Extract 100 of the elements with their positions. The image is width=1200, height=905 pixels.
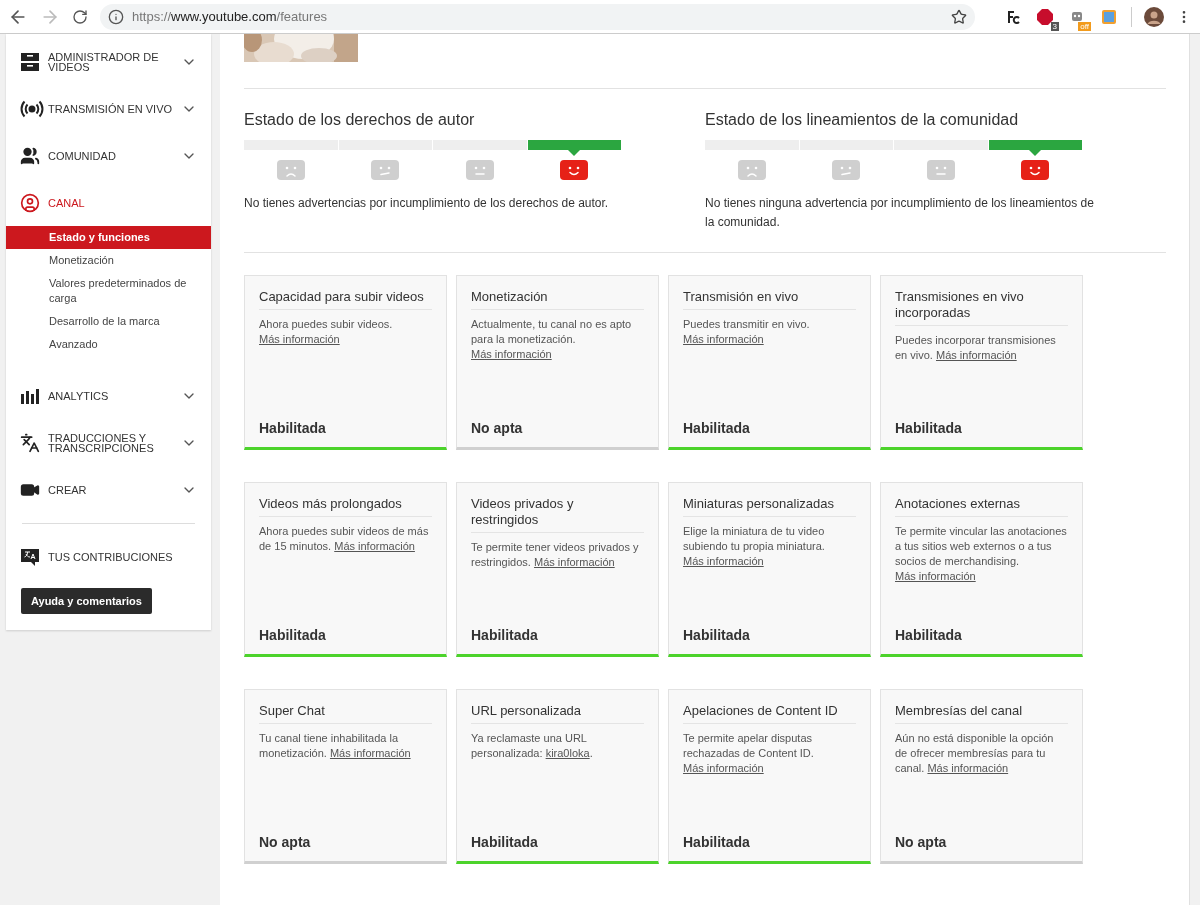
card-description: Te permite tener videos privados y restringidos. Más información — [471, 540, 640, 570]
card-status: Habilitada — [471, 833, 539, 852]
reload-button[interactable] — [72, 8, 88, 25]
sidebar-label: CREAR — [48, 484, 88, 495]
card-description: Ahora puedes subir videos. Más información — [259, 317, 394, 347]
translate-bubble-icon — [20, 547, 40, 567]
status-message: No tienes advertencias por incumplimiento de los derechos de autor. — [244, 195, 610, 212]
card-status: Habilitada — [683, 419, 751, 438]
card-description: Puedes transmitir en vivo. Más información — [683, 317, 811, 347]
sidebar-item[interactable]: ADMINISTRADOR DE VIDEOS — [6, 38, 211, 85]
sad-face-icon — [737, 160, 766, 180]
info-icon — [108, 8, 124, 25]
sidebar-label: TRANSMISIÓN EN VIVO — [48, 103, 174, 114]
card-title: Transmisión en vivo — [683, 276, 856, 310]
card-status: No apta — [471, 419, 524, 438]
broadcast-icon — [20, 98, 44, 119]
avatar[interactable] — [1144, 6, 1164, 27]
sidebar-item[interactable]: TRANSMISIÓN EN VIVO — [6, 85, 211, 132]
sidebar-item[interactable]: TUS CONTRIBUCIONES — [6, 534, 211, 580]
card-description: Te permite vincular las anotaciones a tus sitios web externos o a tus socios de merchandising. Más información — [895, 524, 1068, 584]
card-link[interactable]: Más información — [683, 555, 764, 567]
section-title: Estado de los lineamientos de la comunidad — [705, 110, 1020, 130]
sidebar-label: CANAL — [48, 197, 86, 208]
card-link[interactable]: Más información — [683, 762, 764, 774]
sidebar-item[interactable]: CREAR — [6, 466, 211, 513]
sidebar-item[interactable]: TRADUCCIONES Y TRANSCRIPCIONES — [6, 419, 211, 466]
sidebar-label: COMUNIDAD — [48, 150, 117, 161]
extension-badge: off — [1078, 21, 1091, 31]
extension-badge: 3 — [1050, 21, 1059, 31]
card-title: Miniaturas personalizadas — [683, 483, 856, 517]
card-link[interactable]: Más información — [329, 747, 411, 759]
card-title: Super Chat — [259, 690, 432, 724]
card-description: Te permite apelar disputas rechazadas de Content ID. Más información — [683, 731, 815, 776]
card-link[interactable]: Más información — [259, 333, 340, 345]
card-title: Apelaciones de Content ID — [683, 690, 856, 724]
card-link[interactable]: Más información — [471, 348, 552, 360]
submenu-item[interactable]: Avanzado — [6, 333, 211, 356]
card-description: Actualmente, tu canal no es apto para la monetización. Más información — [471, 317, 633, 362]
photo-icon — [1101, 8, 1117, 25]
sidebar-label: TRADUCCIONES Y TRANSCRIPCIONES — [48, 432, 155, 453]
card-description: Puedes incorporar transmisiones en vivo. Más información — [895, 333, 1057, 363]
bookmark-star-icon[interactable] — [951, 8, 967, 25]
smile-face-icon — [1021, 160, 1050, 180]
card-title: Capacidad para subir videos — [259, 276, 432, 310]
people-icon — [20, 145, 40, 166]
card-link[interactable]: Más información — [534, 556, 615, 568]
card-status: Habilitada — [259, 626, 327, 645]
section-title: Estado de los derechos de autor — [244, 110, 476, 130]
card-description: Ahora puedes subir videos de más de 15 minutos. Más información — [259, 524, 430, 554]
card-description: Tu canal tiene inhabilitada la monetización. Más información — [259, 731, 412, 761]
smile-face-icon — [560, 160, 589, 180]
neutral-face-icon — [832, 160, 861, 180]
person-icon — [20, 192, 40, 213]
help-button[interactable]: Ayuda y comentarios — [21, 588, 152, 614]
card-description: Elige la miniatura de tu video subiendo tu propia miniatura. Más información — [683, 524, 826, 569]
card-title: Membresías del canal — [895, 690, 1068, 724]
card-link[interactable]: Más información — [927, 762, 1009, 774]
card-link[interactable]: Más información — [895, 570, 976, 582]
card-status: Habilitada — [259, 419, 327, 438]
card-status: No apta — [895, 833, 948, 852]
submenu-item[interactable]: Estado y funciones — [6, 226, 211, 249]
card-status: No apta — [259, 833, 312, 852]
card-link[interactable]: Más información — [683, 333, 764, 345]
extension-button[interactable]: 3 — [1035, 6, 1055, 27]
card-status: Habilitada — [683, 626, 751, 645]
card-description: Aún no está disponible la opción de ofrecer membresías para tu canal. Más información — [895, 731, 1055, 776]
submenu-item[interactable]: Desarrollo de la marca — [6, 310, 211, 333]
neutral-face-icon — [926, 160, 955, 180]
address-bar[interactable]: https://www.youtube.com/features — [100, 3, 975, 30]
url-text: https://www.youtube.com/features — [132, 7, 328, 26]
status-message: No tienes ninguna advertencia por incumplimiento de los lineamientos de la comunidad. — [705, 195, 1095, 231]
card-link[interactable]: Más información — [334, 540, 415, 552]
card-title: Videos privados y restringidos — [471, 483, 644, 533]
sidebar-item[interactable]: COMUNIDAD — [6, 132, 211, 179]
card-title: Anotaciones externas — [895, 483, 1068, 517]
card-title: URL personalizada — [471, 690, 644, 724]
neutral-face-icon — [371, 160, 400, 180]
translate-icon — [20, 432, 40, 453]
card-link[interactable]: Más información — [936, 349, 1017, 361]
card-link[interactable]: kira0loka — [545, 747, 590, 759]
card-title: Monetización — [471, 276, 644, 310]
sidebar-item[interactable]: ANALYTICS — [6, 372, 211, 419]
neutral-face-icon — [465, 160, 494, 180]
drawer-icon — [20, 51, 40, 72]
submenu-item[interactable]: Valores predeterminados de carga — [6, 272, 211, 310]
stop-sign-icon — [1037, 8, 1053, 25]
submenu-item[interactable]: Monetización — [6, 249, 211, 272]
fc-icon — [1005, 8, 1021, 25]
card-description: Ya reclamaste una URL personalizada: kira0loka. — [471, 731, 594, 761]
card-title: Transmisiones en vivo incorporadas — [895, 276, 1068, 326]
card-status: Habilitada — [895, 419, 963, 438]
card-status: Habilitada — [895, 626, 963, 645]
sidebar-label: ADMINISTRADOR DE VIDEOS — [48, 51, 160, 72]
sad-face-icon — [276, 160, 305, 180]
card-status: Habilitada — [471, 626, 539, 645]
card-status: Habilitada — [683, 833, 751, 852]
card-title: Videos más prolongados — [259, 483, 432, 517]
sidebar-label: ANALYTICS — [48, 390, 110, 401]
sidebar-label: TUS CONTRIBUCIONES — [48, 549, 173, 565]
sidebar-item[interactable]: CANAL — [6, 179, 211, 226]
